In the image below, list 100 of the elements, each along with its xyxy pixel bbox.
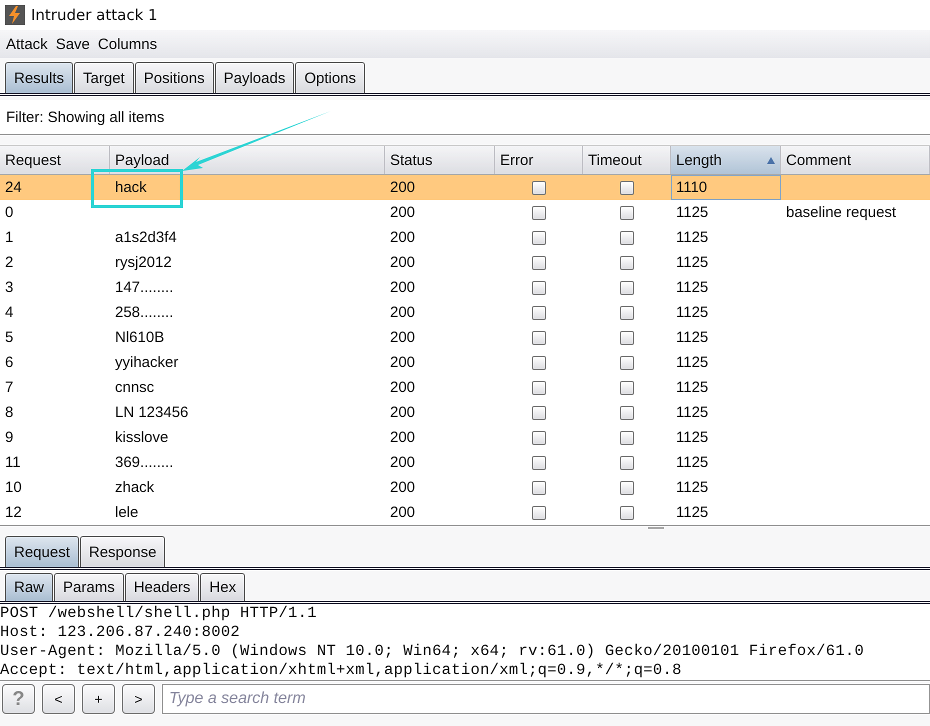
tab[interactable]: Headers <box>124 573 200 601</box>
checkbox[interactable] <box>532 430 546 444</box>
table-row[interactable]: 1 a1s2d3f4 200 1125 <box>0 225 930 250</box>
table-row[interactable]: 4 258........ 200 1125 <box>0 300 930 325</box>
table-cell-text: 1125 <box>675 403 710 423</box>
checkbox[interactable] <box>620 206 634 220</box>
checkbox[interactable] <box>620 256 634 270</box>
column-header[interactable]: Comment <box>781 146 930 174</box>
checkbox[interactable] <box>620 380 634 394</box>
tab[interactable]: Results <box>5 62 74 93</box>
checkbox[interactable] <box>532 506 546 520</box>
table-cell: kisslove <box>115 429 168 446</box>
table-row[interactable]: 12 lele 200 1125 <box>0 500 930 525</box>
table-row[interactable]: 3 147........ 200 1125 <box>0 275 930 300</box>
checkbox[interactable] <box>532 306 546 320</box>
checkbox[interactable] <box>620 230 634 244</box>
tab[interactable]: Payloads <box>214 62 294 93</box>
add-button[interactable]: + <box>82 684 115 714</box>
table-cell: rysj2012 <box>115 254 172 271</box>
checkbox[interactable] <box>620 480 634 494</box>
request-line: User-Agent: Mozilla/5.0 (Windows NT 10.0; Win64; x64; rv:61.0) Gecko/20100101 Firefox/61.0 <box>0 642 866 661</box>
checkbox[interactable] <box>532 406 546 420</box>
table-row[interactable]: 5 Nl610B 200 1125 <box>0 325 930 350</box>
table-cell-text: 200 <box>389 228 416 248</box>
checkbox[interactable] <box>620 306 634 320</box>
checkbox[interactable] <box>532 256 546 270</box>
table-cell-text: 1125 <box>675 353 710 373</box>
checkbox[interactable] <box>532 380 546 394</box>
table-cell-text: 1125 <box>675 253 710 273</box>
checkbox[interactable] <box>620 406 634 420</box>
checkbox[interactable] <box>620 506 634 520</box>
table-cell-text: 8 <box>4 403 14 423</box>
menu-item[interactable]: Save <box>56 36 90 52</box>
table-row[interactable]: 6 yyihacker 200 1125 <box>0 350 930 375</box>
tab[interactable]: Options <box>295 62 366 93</box>
table-cell-text: 1125 <box>675 203 710 223</box>
checkbox[interactable] <box>532 330 546 344</box>
app-logo-icon <box>5 5 25 25</box>
tab[interactable]: Request <box>5 536 79 567</box>
checkbox[interactable] <box>620 330 634 344</box>
checkbox[interactable] <box>532 206 546 220</box>
table-row[interactable]: 10 zhack 200 1125 <box>0 475 930 500</box>
table-cell-text: 1125 <box>675 503 710 523</box>
table-cell-text: 200 <box>389 403 416 423</box>
tab[interactable]: Response <box>80 536 166 567</box>
table-cell-text: 1125 <box>675 378 710 398</box>
table-cell-text: 9 <box>4 428 14 448</box>
table-row[interactable]: 0 200 1125 baseline request <box>0 200 930 225</box>
checkbox[interactable] <box>620 356 634 370</box>
request-line: Host: 123.206.87.240:8002 <box>0 623 242 642</box>
checkbox[interactable] <box>532 456 546 470</box>
checkbox[interactable] <box>532 280 546 294</box>
table-cell-text: 200 <box>389 178 416 198</box>
checkbox[interactable] <box>620 430 634 444</box>
table-cell: zhack <box>115 479 154 496</box>
checkbox[interactable] <box>532 356 546 370</box>
checkbox[interactable] <box>620 180 634 194</box>
table-cell-text: 1 <box>4 228 14 248</box>
table-cell-text: 7 <box>4 378 14 398</box>
table-cell-text: 2 <box>4 253 14 273</box>
previous-button[interactable]: < <box>42 684 75 714</box>
table-cell-text: 1125 <box>675 453 710 473</box>
table-row[interactable]: 9 kisslove 200 1125 <box>0 425 930 450</box>
checkbox[interactable] <box>532 230 546 244</box>
table-row[interactable]: 24 hack 200 1110 <box>0 175 930 200</box>
table-cell-text: 1125 <box>675 328 710 348</box>
menu-item[interactable]: Attack <box>6 36 48 52</box>
filter-bar[interactable]: Filter: Showing all items <box>0 100 930 135</box>
table-cell-text: 200 <box>389 503 416 523</box>
table-cell: cnnsc <box>115 379 154 396</box>
tab[interactable]: Positions <box>134 62 214 93</box>
tab[interactable]: Raw <box>5 573 54 601</box>
table-row[interactable]: 8 LN 123456 200 1125 <box>0 400 930 425</box>
table-cell: 147........ <box>115 279 174 296</box>
menu-item[interactable]: Columns <box>98 36 158 52</box>
checkbox[interactable] <box>532 180 546 194</box>
column-header[interactable]: Error <box>495 146 583 174</box>
checkbox[interactable] <box>620 280 634 294</box>
tab[interactable]: Target <box>74 62 134 93</box>
table-row[interactable]: 11 369........ 200 1125 <box>0 450 930 475</box>
table-cell: 369........ <box>115 454 174 471</box>
table-row[interactable]: 7 cnnsc 200 1125 <box>0 375 930 400</box>
checkbox[interactable] <box>532 480 546 494</box>
table-cell-text: 5 <box>4 328 14 348</box>
next-button[interactable]: > <box>122 684 155 714</box>
checkbox[interactable] <box>620 456 634 470</box>
tab[interactable]: Params <box>54 573 124 601</box>
table-row[interactable]: 2 rysj2012 200 1125 <box>0 250 930 275</box>
window-title: Intruder attack 1 <box>31 6 158 24</box>
column-header[interactable]: Status <box>385 146 495 174</box>
tab[interactable]: Hex <box>200 573 246 601</box>
search-field[interactable]: Type a search term <box>162 684 930 714</box>
column-header[interactable]: Request <box>0 146 110 174</box>
table-cell-text: 200 <box>389 478 416 498</box>
table-cell-text: 200 <box>389 378 416 398</box>
table-cell-text: 12 <box>4 503 23 523</box>
table-cell-text: baseline request <box>785 203 898 223</box>
column-header[interactable]: Length <box>671 146 781 174</box>
table-cell: hack <box>115 179 147 196</box>
table-cell-text: 11 <box>4 453 22 473</box>
